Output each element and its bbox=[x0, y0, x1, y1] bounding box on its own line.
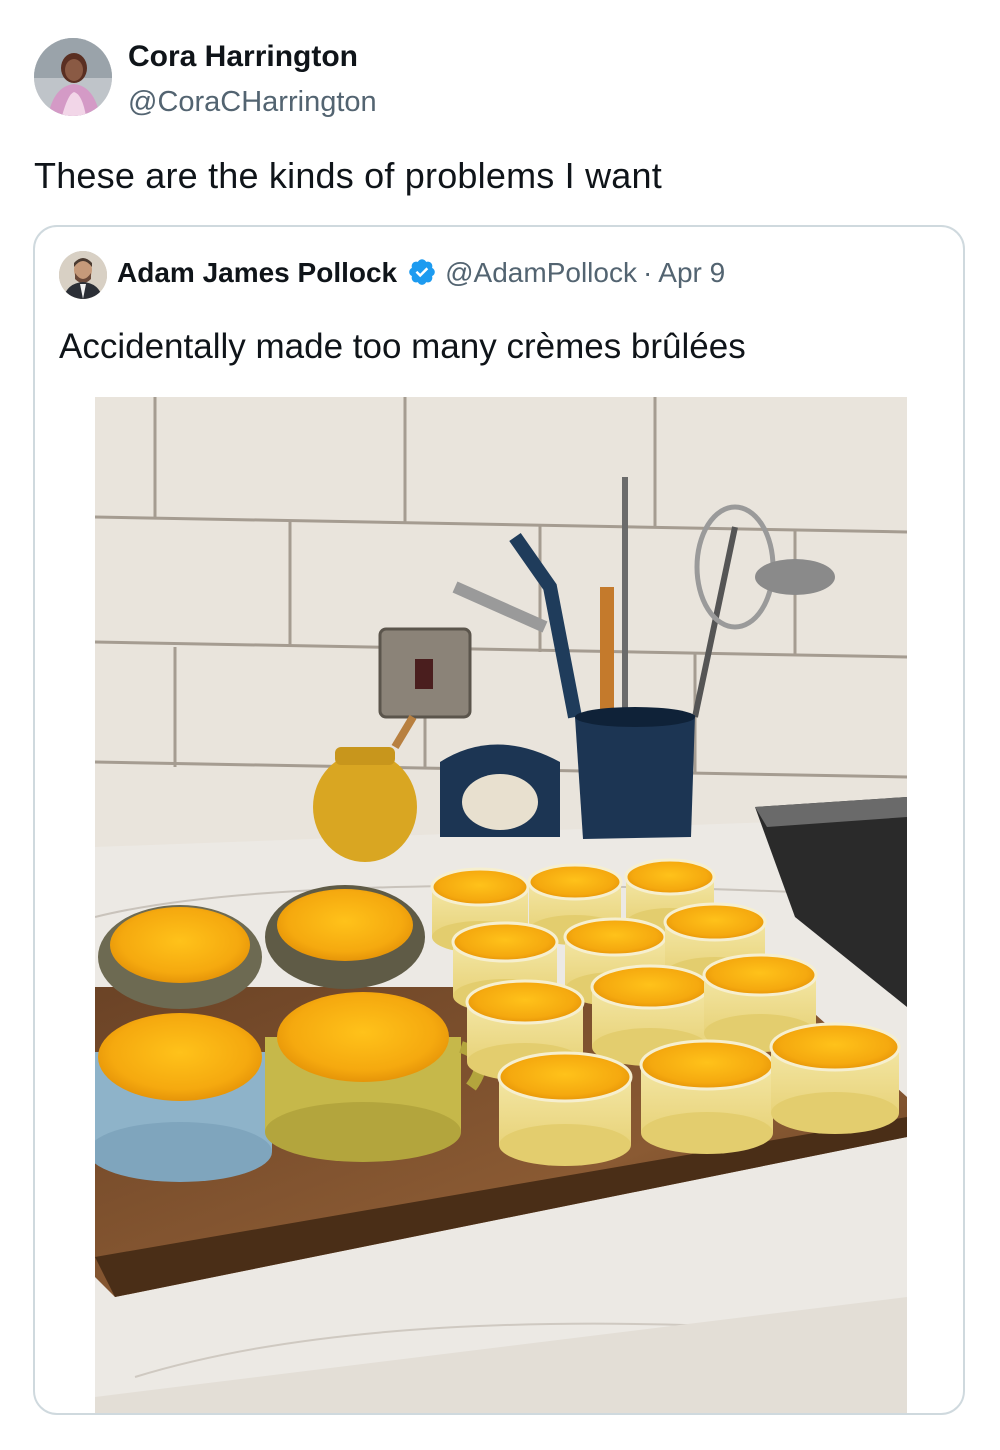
quoted-tweet-text: Accidentally made too many crèmes brûlée… bbox=[59, 327, 746, 366]
separator-dot: · bbox=[642, 257, 653, 288]
quoted-tweet-card[interactable]: Adam James Pollock @AdamPollock · Apr 9 Acc… bbox=[33, 225, 965, 1415]
tweet-text: These are the kinds of problems I want bbox=[34, 155, 662, 196]
author-name[interactable]: Cora Harrington bbox=[128, 40, 358, 74]
quoted-tweet-date[interactable]: Apr 9 bbox=[658, 257, 725, 288]
tweet-photo[interactable] bbox=[95, 397, 907, 1413]
quoted-author-avatar[interactable] bbox=[59, 251, 107, 299]
author-avatar[interactable] bbox=[34, 38, 112, 116]
author-handle[interactable]: @CoraCHarrington bbox=[128, 86, 377, 119]
quoted-author-name[interactable]: Adam James Pollock bbox=[117, 257, 397, 288]
quoted-author-handle[interactable]: @AdamPollock bbox=[445, 257, 637, 288]
quoted-tweet-header: Adam James Pollock @AdamPollock · Apr 9 bbox=[117, 257, 725, 294]
verified-badge-icon bbox=[407, 257, 437, 294]
